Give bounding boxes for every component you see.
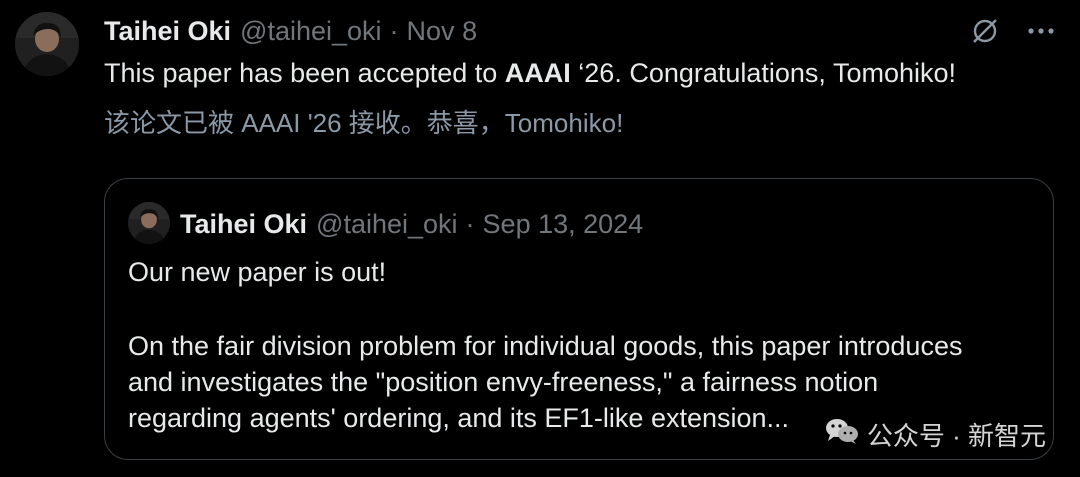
quoted-author-name[interactable]: Taihei Oki [180, 209, 307, 240]
watermark: 公众号 · 新智元 [825, 416, 1046, 453]
quoted-date[interactable]: Sep 13, 2024 [483, 209, 644, 240]
quoted-line: and investigates the "position envy-free… [128, 367, 879, 397]
quoted-text: Our new paper is out! On the fair divisi… [128, 254, 1038, 436]
tweet-text: This paper has been accepted to AAAI ‘26… [104, 56, 956, 90]
separator-dot: · [465, 208, 475, 239]
watermark-text: 公众号 · 新智元 [866, 421, 1046, 451]
quoted-author-handle[interactable]: @taihei_oki [316, 209, 458, 240]
separator-dot: · [389, 15, 399, 46]
quoted-line: Our new paper is out! [128, 257, 387, 287]
author-handle[interactable]: @taihei_oki [240, 16, 382, 47]
tweet-text-part: ‘26. Congratulations, Tomohiko! [570, 58, 957, 88]
quoted-header: Taihei Oki @taihei_oki · Sep 13, 2024 [180, 206, 643, 242]
more-icon[interactable] [1024, 14, 1058, 48]
wechat-icon [825, 417, 859, 452]
tweet-text-bold: AAAI [504, 58, 571, 88]
quoted-line: On the fair division problem for individ… [128, 331, 963, 361]
tweet-date[interactable]: Nov 8 [407, 16, 478, 47]
tweet: Taihei Oki @taihei_oki · Nov 8 This pape… [0, 0, 1080, 477]
tweet-actions [968, 14, 1058, 48]
tweet-header: Taihei Oki @taihei_oki · Nov 8 [104, 14, 477, 48]
grok-icon[interactable] [968, 14, 1002, 48]
tweet-text-part: This paper has been accepted to [104, 58, 505, 88]
tweet-translation: 该论文已被 AAAI '26 接收。恭喜，Tomohiko! [104, 108, 624, 138]
quoted-avatar[interactable] [128, 202, 170, 244]
author-name[interactable]: Taihei Oki [104, 16, 231, 47]
avatar[interactable] [15, 12, 79, 76]
